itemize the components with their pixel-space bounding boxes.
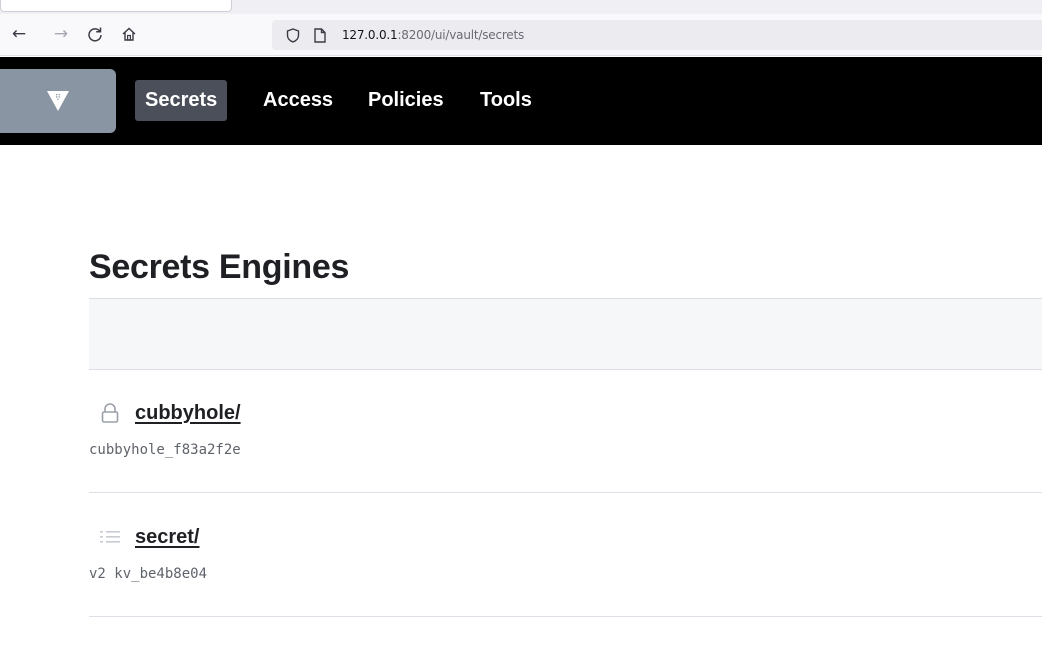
browser-toolbar: ← → 127.0.0.1:8200/ui/vault/secrets [0, 14, 1042, 56]
page-icon[interactable] [314, 20, 326, 50]
vault-logo[interactable] [0, 69, 116, 133]
nav-secrets[interactable]: Secrets [135, 80, 228, 121]
nav-tools[interactable]: Tools [470, 80, 542, 121]
engine-row-secret[interactable]: secret/ v2 kv_be4b8e04 [89, 494, 1042, 617]
vault-triangle-icon [47, 91, 69, 111]
shield-icon[interactable] [286, 20, 300, 50]
url-bar[interactable]: 127.0.0.1:8200/ui/vault/secrets [272, 20, 1042, 50]
app-header: Secrets Access Policies Tools [0, 57, 1042, 145]
reload-icon[interactable] [84, 23, 106, 45]
nav-access[interactable]: Access [253, 80, 343, 121]
browser-tab-strip [0, 0, 1042, 14]
engine-row-cubbyhole[interactable]: cubbyhole/ cubbyhole_f83a2f2e [89, 370, 1042, 493]
secrets-toolbar [89, 298, 1042, 370]
url-host: 127.0.0.1 [342, 28, 398, 42]
back-arrow-icon[interactable]: ← [8, 23, 30, 45]
engine-link-secret[interactable]: secret/ [135, 526, 200, 549]
home-icon[interactable] [118, 23, 140, 45]
lock-icon [99, 402, 121, 424]
page-title: Secrets Engines [89, 248, 350, 286]
url-text[interactable]: 127.0.0.1:8200/ui/vault/secrets [342, 20, 524, 50]
forward-arrow-icon[interactable]: → [50, 23, 72, 45]
engine-link-cubbyhole[interactable]: cubbyhole/ [135, 402, 241, 425]
engine-description: cubbyhole_f83a2f2e [89, 442, 241, 458]
list-icon [99, 526, 121, 548]
url-path: :8200/ui/vault/secrets [397, 28, 525, 42]
nav-policies[interactable]: Policies [358, 80, 454, 121]
browser-tab[interactable] [0, 0, 232, 12]
engine-description: v2 kv_be4b8e04 [89, 566, 208, 582]
